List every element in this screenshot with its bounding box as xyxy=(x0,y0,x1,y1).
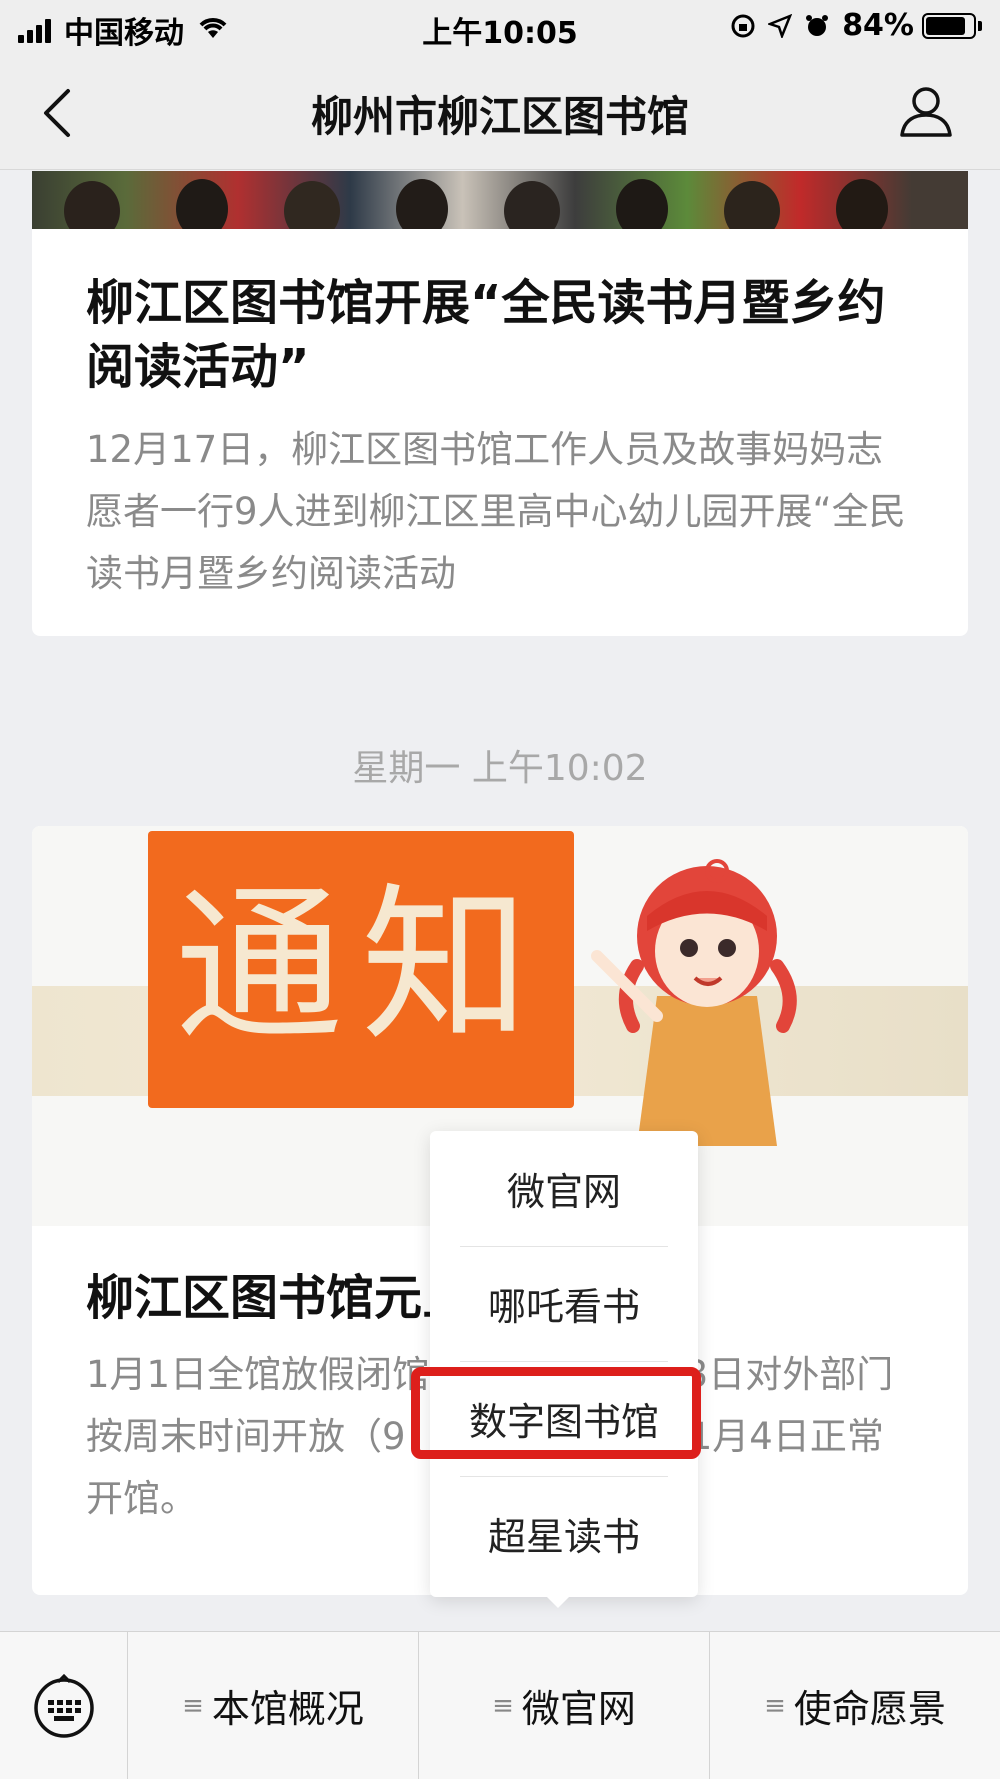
bottom-menu-mission[interactable]: ≡ 使命愿景 xyxy=(710,1632,1000,1779)
article-title: 柳江区图书馆开展“全民读书月暨乡约阅读活动” xyxy=(86,275,886,395)
bottom-menu-about[interactable]: ≡ 本馆概况 xyxy=(128,1632,419,1779)
person-icon xyxy=(900,87,952,137)
alarm-icon xyxy=(804,13,830,39)
menu-lines-icon: ≡ xyxy=(492,1690,514,1721)
battery-icon xyxy=(922,12,982,39)
bottom-menu-bar: ≡ 本馆概况 ≡ 微官网 ≡ 使命愿景 xyxy=(0,1631,1000,1779)
keyboard-toggle-button[interactable] xyxy=(0,1632,128,1779)
status-bar: 中国移动 上午10:05 84% xyxy=(0,0,1000,55)
bottom-menu-weiguanwang[interactable]: ≡ 微官网 xyxy=(419,1632,710,1779)
menu-lines-icon: ≡ xyxy=(182,1690,204,1721)
location-icon xyxy=(768,13,793,38)
message-timestamp: 星期一 上午10:02 xyxy=(352,748,648,789)
bottom-menu-label: 微官网 xyxy=(521,1687,636,1731)
profile-button[interactable] xyxy=(898,83,954,139)
menu-lines-icon: ≡ xyxy=(764,1690,786,1721)
submenu-item-chaoxing-reading[interactable]: 超星读书 xyxy=(430,1476,698,1591)
article-cover-image xyxy=(32,171,968,229)
keyboard-icon xyxy=(33,1673,94,1738)
bottom-menu-label: 本馆概况 xyxy=(211,1687,364,1731)
article-desc: 12月17日，柳江区图书馆工作人员及故事妈妈志愿者一行9人进到柳江区里高中心幼儿… xyxy=(86,428,906,595)
submenu-popup: 微官网 哪吒看书 数字图书馆 超星读书 xyxy=(430,1131,698,1597)
orientation-lock-icon xyxy=(730,13,756,39)
cartoon-girl-illustration xyxy=(591,859,797,1146)
article-card[interactable]: 柳江区图书馆开展“全民读书月暨乡约阅读活动” 12月17日，柳江区图书馆工作人员… xyxy=(32,171,968,636)
submenu-item-weiguanwang[interactable]: 微官网 xyxy=(430,1131,698,1246)
battery-percent: 84% xyxy=(842,8,914,43)
bottom-menu-label: 使命愿景 xyxy=(793,1687,946,1731)
submenu-item-nezha-reading[interactable]: 哪吒看书 xyxy=(430,1246,698,1361)
nav-bar: 柳州市柳江区图书馆 xyxy=(0,55,1000,170)
highlight-box xyxy=(411,1367,701,1459)
notice-image-text: 通知 xyxy=(175,868,547,1064)
page-title: 柳州市柳江区图书馆 xyxy=(310,92,689,141)
popup-arrow xyxy=(544,1594,572,1608)
